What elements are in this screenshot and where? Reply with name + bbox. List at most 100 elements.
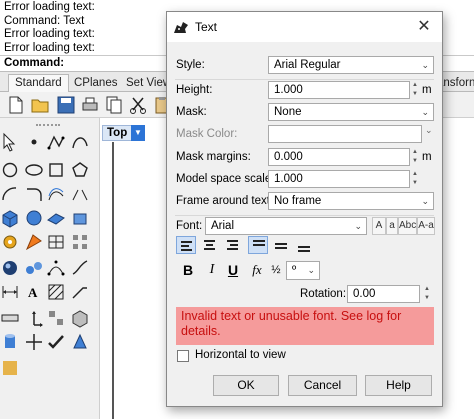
polygon-icon[interactable]	[70, 160, 90, 180]
titlecase-button[interactable]: Abc	[398, 217, 417, 235]
offset-curve-icon[interactable]	[46, 184, 66, 204]
tab-standard[interactable]: Standard	[8, 74, 69, 93]
font-label: Font:	[176, 220, 203, 232]
mask-margins-spinner[interactable]: ▲ ▼	[410, 148, 420, 166]
blend-curve-icon[interactable]	[70, 184, 90, 204]
frame-select[interactable]: No frame ⌄	[268, 192, 434, 210]
mask-margins-input[interactable]: 0.000	[268, 148, 410, 166]
dimension-icon[interactable]	[0, 282, 20, 302]
valign-bottom-button[interactable]	[294, 236, 314, 254]
hatch-icon[interactable]	[46, 282, 66, 302]
style-value: Arial Regular	[274, 59, 341, 71]
box-icon[interactable]	[0, 208, 20, 228]
style-select[interactable]: Arial Regular ⌄	[268, 56, 434, 74]
symbol-value: º	[292, 264, 297, 276]
leader-icon[interactable]	[70, 282, 90, 302]
mask-color-swatch[interactable]	[268, 125, 422, 143]
horizontal-to-view-checkbox[interactable]	[177, 350, 189, 362]
help-button[interactable]: Help	[365, 375, 432, 396]
block-icon[interactable]	[70, 308, 90, 328]
control-points-icon[interactable]	[46, 258, 66, 278]
check-icon[interactable]	[46, 332, 66, 352]
spin-up-icon[interactable]: ▲	[422, 285, 432, 294]
render-icon[interactable]	[0, 258, 20, 278]
extrude-icon[interactable]	[70, 208, 90, 228]
symbol-select[interactable]: º ⌄	[286, 261, 320, 280]
boolean-icon[interactable]	[24, 232, 44, 252]
cancel-button[interactable]: Cancel	[288, 375, 357, 396]
spin-up-icon[interactable]: ▲	[410, 148, 420, 157]
mesh-icon[interactable]	[46, 232, 66, 252]
mask-margins-unit: m	[422, 151, 432, 163]
close-button[interactable]: ✕	[414, 17, 434, 37]
font-select[interactable]: Arial ⌄	[205, 217, 367, 235]
arc-icon[interactable]	[0, 184, 20, 204]
print-icon[interactable]	[80, 95, 100, 115]
chevron-down-icon: ⌄	[421, 60, 429, 70]
height-spinner[interactable]: ▲ ▼	[410, 81, 420, 99]
uppercase-button[interactable]: A	[372, 217, 386, 235]
ruler-icon[interactable]	[0, 308, 20, 328]
gumball-icon[interactable]	[24, 308, 44, 328]
text-object-icon[interactable]: A	[24, 282, 44, 302]
rotation-spinner[interactable]: ▲ ▼	[422, 285, 432, 303]
bold-button[interactable]: B	[178, 260, 198, 280]
gear-icon[interactable]	[0, 232, 20, 252]
cut-icon[interactable]	[128, 95, 148, 115]
spin-down-icon[interactable]: ▼	[410, 179, 420, 188]
fillet-curve-icon[interactable]	[24, 184, 44, 204]
model-space-scale-input[interactable]: 1.000	[268, 170, 410, 188]
group-icon[interactable]	[46, 308, 66, 328]
transform-icon[interactable]	[24, 332, 44, 352]
align-right-button[interactable]	[223, 236, 243, 254]
chevron-down-icon[interactable]: ⌄	[425, 125, 433, 136]
mask-select[interactable]: None ⌄	[268, 103, 434, 121]
viewport-title[interactable]: Top	[102, 125, 133, 141]
copy-document-icon[interactable]	[104, 95, 124, 115]
horizontal-to-view-label[interactable]: Horizontal to view	[195, 349, 286, 361]
lowercase-button[interactable]: a	[386, 217, 398, 235]
toolbar-grip[interactable]	[36, 124, 60, 127]
align-center-button[interactable]	[200, 236, 220, 254]
model-space-scale-spinner[interactable]: ▲ ▼	[410, 170, 420, 188]
height-input[interactable]: 1.000	[268, 81, 410, 99]
spheres-icon[interactable]	[24, 258, 44, 278]
align-left-button[interactable]	[176, 236, 196, 254]
surface-icon[interactable]	[46, 208, 66, 228]
new-file-icon[interactable]	[6, 95, 26, 115]
font-value: Arial	[211, 220, 235, 232]
select-arrow-icon[interactable]	[0, 132, 20, 152]
tab-cplanes[interactable]: CPlanes	[68, 75, 123, 92]
togglecase-button[interactable]: A-a	[417, 217, 435, 235]
rebuild-curve-icon[interactable]	[70, 258, 90, 278]
italic-button[interactable]: I	[202, 260, 222, 280]
fraction-button[interactable]: ½	[266, 260, 286, 280]
ok-button[interactable]: OK	[213, 375, 279, 396]
underline-button[interactable]: U	[223, 260, 243, 280]
divider	[175, 215, 434, 216]
spin-up-icon[interactable]: ▲	[410, 81, 420, 90]
shading-icon[interactable]	[0, 358, 20, 378]
spin-up-icon[interactable]: ▲	[410, 170, 420, 179]
rotation-input[interactable]: 0.00	[347, 285, 420, 303]
array-icon[interactable]	[70, 232, 90, 252]
point-icon[interactable]	[24, 132, 44, 152]
save-icon[interactable]	[56, 95, 76, 115]
open-folder-icon[interactable]	[30, 95, 50, 115]
spin-down-icon[interactable]: ▼	[422, 294, 432, 303]
dialog-titlebar[interactable]: Text ✕	[167, 12, 442, 42]
cone-icon[interactable]	[70, 332, 90, 352]
viewport-menu-button[interactable]: ▼	[131, 125, 145, 141]
spin-down-icon[interactable]: ▼	[410, 90, 420, 99]
polyline-icon[interactable]	[46, 132, 66, 152]
cylinder-icon[interactable]	[0, 332, 20, 352]
valign-middle-button[interactable]	[271, 236, 291, 254]
curve-icon[interactable]	[70, 132, 90, 152]
function-button[interactable]: fx	[247, 260, 267, 280]
sphere-icon[interactable]	[24, 208, 44, 228]
rectangle-icon[interactable]	[46, 160, 66, 180]
valign-top-button[interactable]	[248, 236, 268, 254]
spin-down-icon[interactable]: ▼	[410, 157, 420, 166]
ellipse-icon[interactable]	[24, 160, 44, 180]
circle-icon[interactable]	[0, 160, 20, 180]
